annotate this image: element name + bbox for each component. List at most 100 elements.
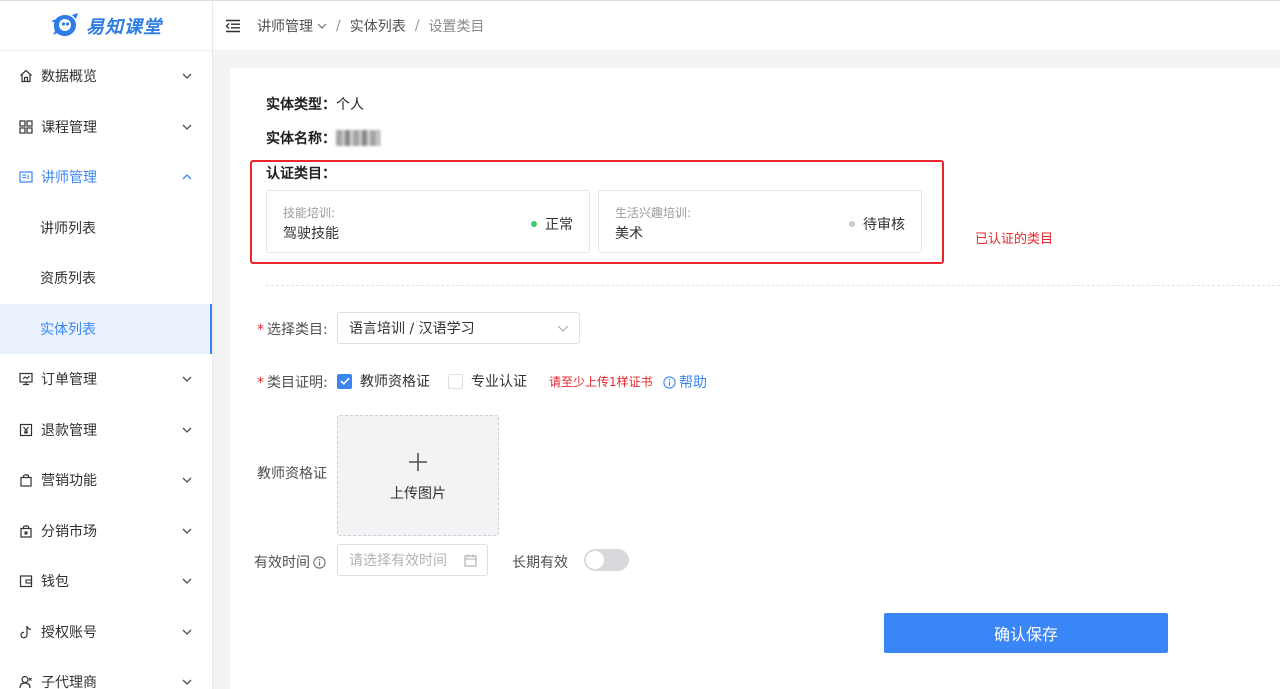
home-icon [18,68,34,84]
sidebar-item-label: 订单管理 [41,372,97,389]
chevron-down-icon [182,374,192,384]
id-card-icon [18,169,34,185]
main-content: 实体类型：个人 实体名称： 认证类目： 技能培训: 驾驶技能 正常 生活兴趣培训… [230,68,1280,689]
wallet-icon [18,573,34,589]
entity-name-blurred [336,130,380,146]
chevron-down-icon [182,122,192,132]
calendar-icon [464,554,477,567]
status-text: 正常 [545,217,573,233]
confirm-save-button[interactable]: 确认保存 [884,613,1168,653]
sidebar-item-label: 讲师管理 [41,170,97,187]
upload-label: 教师资格证 [257,466,327,482]
sidebar-item-label: 钱包 [41,574,69,591]
sidebar-item-label: 授权账号 [41,624,97,641]
category-label: 选择类目: [267,322,328,338]
certified-card-category: 技能培训: [283,206,336,220]
sidebar-item-label: 子代理商 [41,675,97,689]
breadcrumb-item-instructor-management[interactable]: 讲师管理 [257,16,313,36]
image-upload-button[interactable]: 上传图片 [337,415,499,536]
category-select-value: 语言培训 / 汉语学习 [349,321,475,337]
chevron-up-icon [182,172,192,182]
collapse-menu-icon[interactable] [225,18,241,34]
valid-time-label-row: 有效时间 [254,552,326,572]
grid-icon [18,119,34,135]
sidebar-item-label: 课程管理 [41,119,97,136]
breadcrumb: 讲师管理 / 实体列表 / 设置类目 [257,16,484,36]
long-term-label: 长期有效 [512,555,568,571]
sidebar-item-marketing[interactable]: 营销功能 [0,455,212,506]
breadcrumb-separator: / [414,17,420,34]
valid-time-input[interactable]: 请选择有效时间 [337,544,488,576]
sidebar-item-label: 数据概览 [41,69,97,86]
sidebar-item-label: 分销市场 [41,523,97,540]
required-mark: * [257,375,264,391]
sidebar-item-data-overview[interactable]: 数据概览 [0,51,212,102]
info-icon[interactable] [313,555,326,569]
breadcrumb-separator: / [336,17,341,34]
chevron-down-icon [182,526,192,536]
sidebar-subitem-qualification-list[interactable]: 资质列表 [0,253,212,304]
logo[interactable]: 易知课堂 [0,1,212,51]
checkbox-label: 专业认证 [471,374,527,390]
chevron-down-icon [182,71,192,81]
yen-icon [18,422,34,438]
certified-card: 生活兴趣培训: 美术 待审核 [598,190,922,253]
breadcrumb-item-current: 设置类目 [428,18,485,35]
monitor-icon [18,371,34,387]
status-badge: 正常 [531,214,573,234]
valid-time-placeholder: 请选择有效时间 [349,553,447,569]
tiktok-icon [18,624,34,640]
certified-card-category: 生活兴趣培训: [615,206,692,220]
upload-text: 上传图片 [390,485,446,502]
chevron-down-icon [182,475,192,485]
checkbox-unchecked-icon [448,373,463,389]
sidebar-subitem-entity-list[interactable]: 实体列表 [0,303,212,354]
proof-label-row: * 类目证明: [257,372,328,392]
breadcrumb-item-entity-list[interactable]: 实体列表 [350,16,406,36]
lock-bag-icon [18,523,34,539]
sidebar-item-order-management[interactable]: 订单管理 [0,354,212,405]
chevron-down-icon [182,576,192,586]
status-badge: 待审核 [849,214,905,234]
required-mark: * [257,322,264,338]
chevron-down-icon [557,325,569,332]
proof-label: 类目证明: [267,375,328,391]
chevron-down-icon [317,23,327,29]
long-term-switch[interactable] [584,549,629,571]
sidebar-item-instructor-management[interactable]: 讲师管理 [0,152,212,203]
logo-text: 易知课堂 [86,16,162,38]
bag-icon [18,472,34,488]
upload-hint: 请至少上传1样证书 [549,375,653,389]
chevron-down-icon [182,627,192,637]
category-label-row: * 选择类目: [257,319,328,339]
help-link[interactable]: 帮助 [663,372,707,392]
checkbox-label: 教师资格证 [360,374,430,390]
teacher-cert-checkbox[interactable]: 教师资格证 [337,371,430,391]
top-header: 讲师管理 / 实体列表 / 设置类目 [213,0,1280,50]
certified-card-name: 驾驶技能 [283,226,339,242]
sidebar-item-refund-management[interactable]: 退款管理 [0,405,212,456]
entity-type-row: 实体类型：个人 [266,94,364,114]
chevron-down-icon [182,425,192,435]
chevron-down-icon [182,677,192,687]
entity-type-value: 个人 [336,97,364,113]
logo-icon [50,12,80,39]
plus-icon [408,449,428,477]
sidebar-item-distribution-market[interactable]: 分销市场 [0,506,212,557]
category-select[interactable]: 语言培训 / 汉语学习 [337,312,580,344]
sidebar-item-wallet[interactable]: 钱包 [0,556,212,607]
entity-name-row: 实体名称： [266,128,380,148]
certified-card: 技能培训: 驾驶技能 正常 [266,190,590,253]
sidebar-item-authorized-accounts[interactable]: 授权账号 [0,607,212,658]
sidebar-item-label: 营销功能 [41,473,97,490]
sidebar-item-sub-agents[interactable]: 子代理商 [0,657,212,689]
valid-time-label: 有效时间 [254,555,310,571]
sidebar-item-course-management[interactable]: 课程管理 [0,102,212,153]
certified-card-name: 美术 [615,226,643,242]
sidebar-subitem-instructor-list[interactable]: 讲师列表 [0,203,212,254]
checkbox-checked-icon [337,373,352,389]
professional-cert-checkbox[interactable]: 专业认证 [448,371,527,391]
entity-name-label: 实体名称： [266,131,336,147]
entity-type-label: 实体类型： [266,97,336,113]
divider [266,285,1280,286]
